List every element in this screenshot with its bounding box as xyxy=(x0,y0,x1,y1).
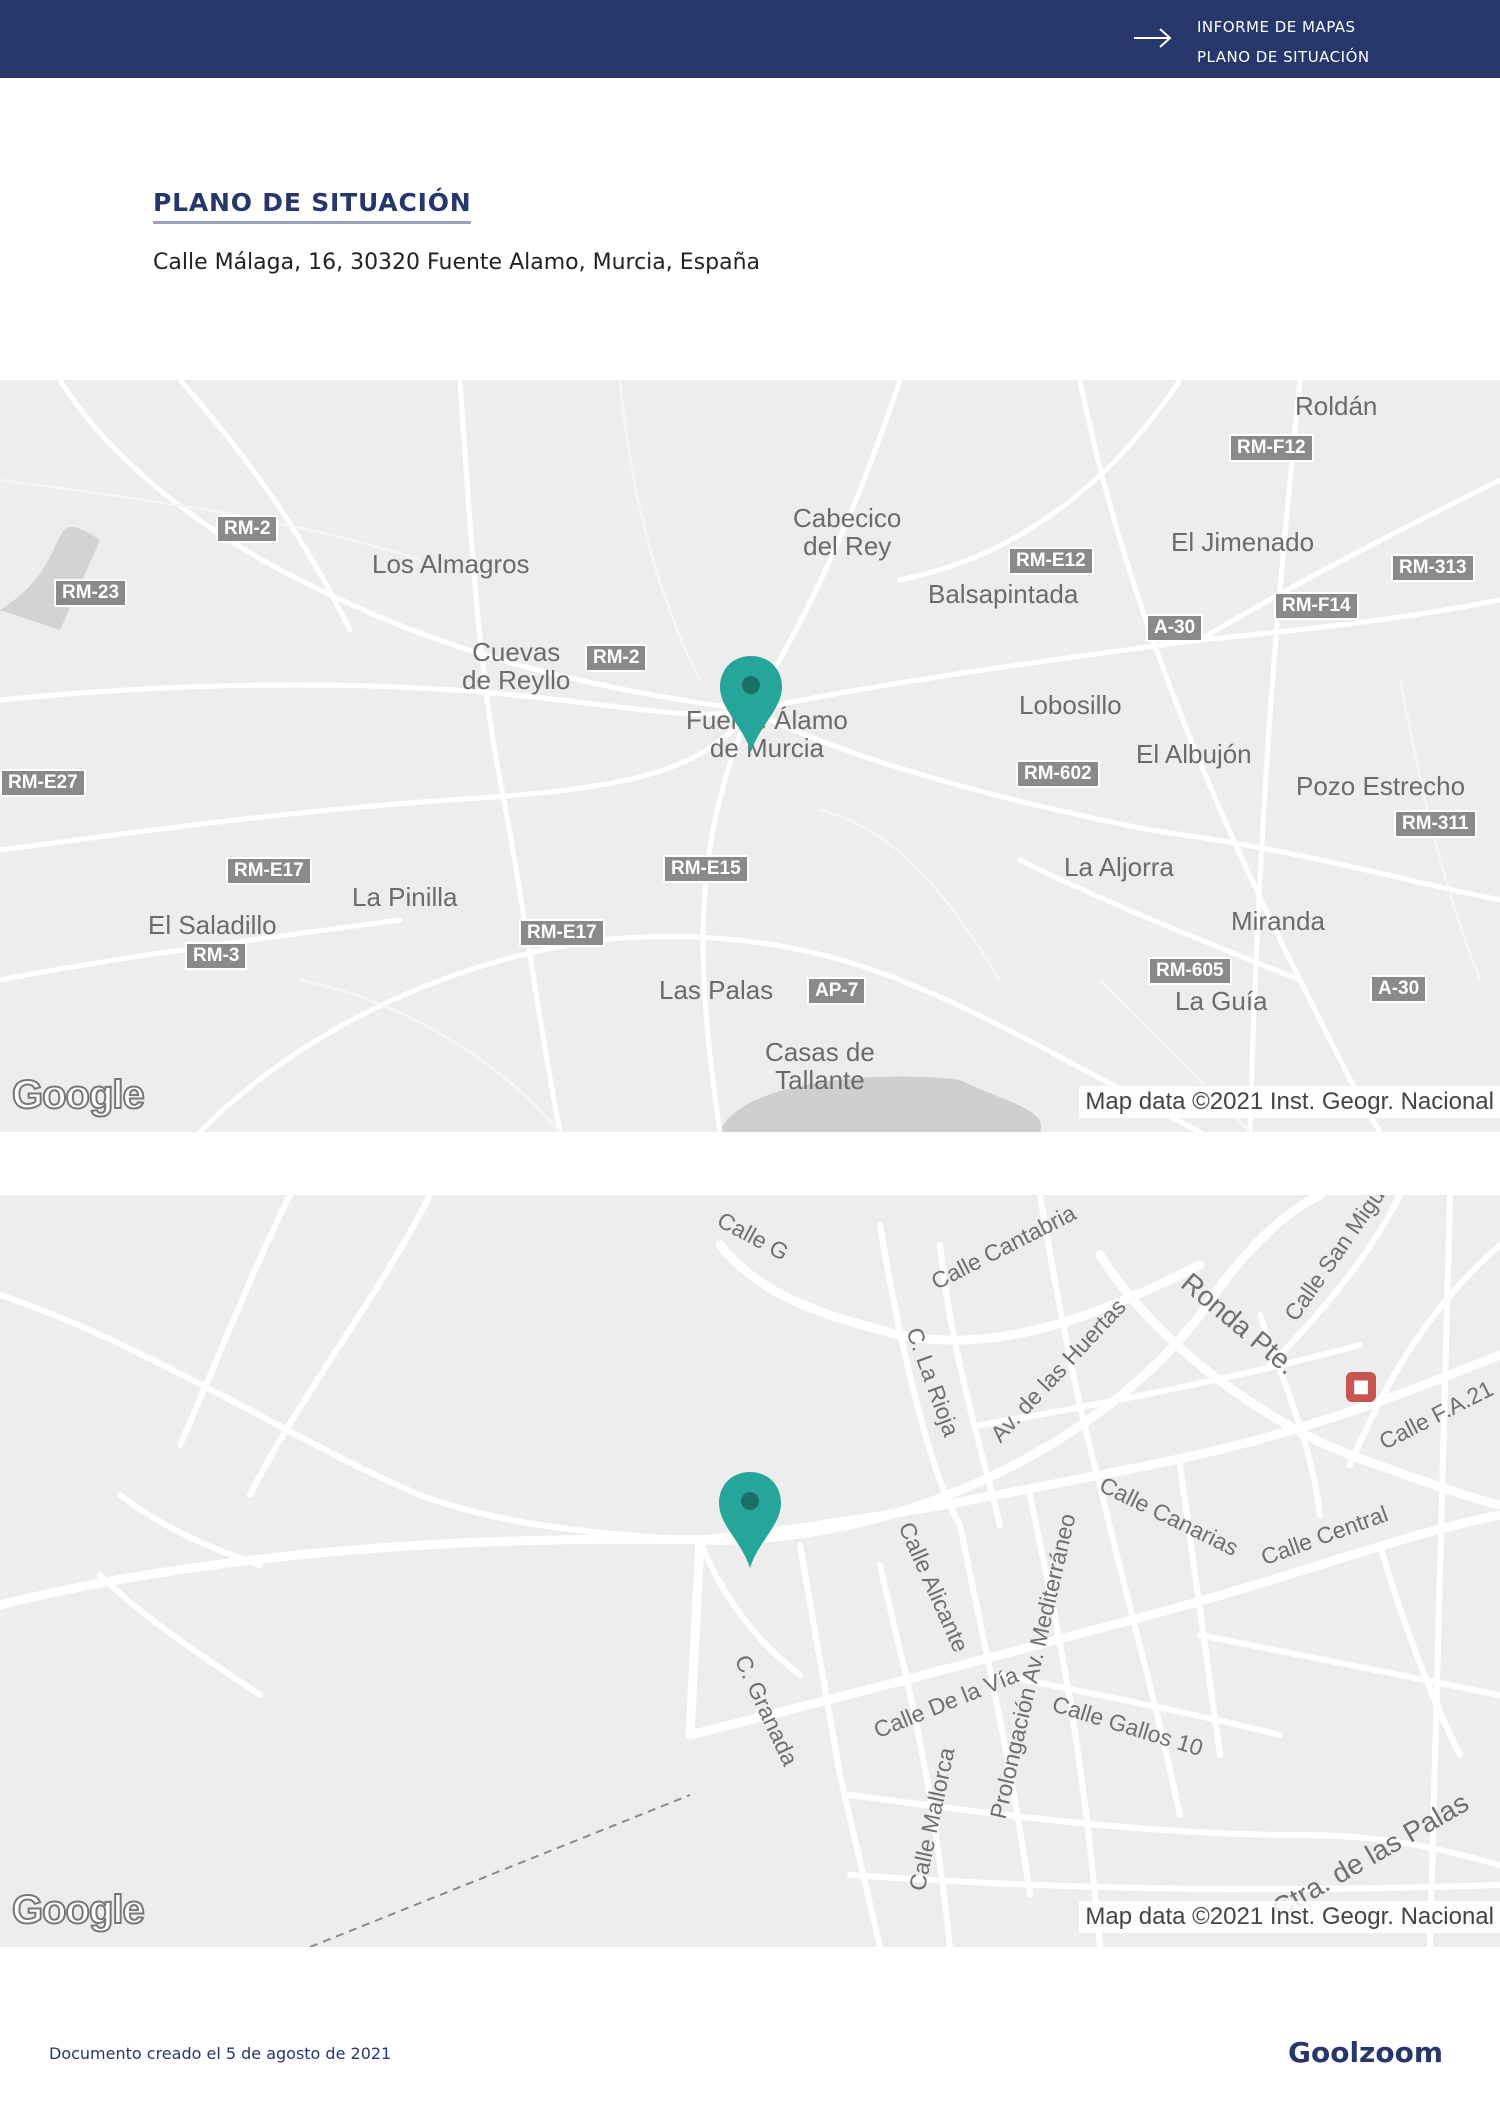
page-title: PLANO DE SITUACIÓN xyxy=(153,188,472,224)
detail-map[interactable]: Calle G Calle Cantabria Calle San Migu R… xyxy=(0,1195,1500,1947)
place-cuevas-de-reyllo: Cuevas de Reyllo xyxy=(462,637,571,695)
road-shield: A-30 xyxy=(1370,975,1428,1003)
road-shield: RM-313 xyxy=(1391,554,1475,582)
place-la-aljorra: La Aljorra xyxy=(1064,852,1174,882)
breadcrumb-current: PLANO DE SITUACIÓN xyxy=(1197,48,1370,66)
road-shield: RM-F12 xyxy=(1229,434,1314,462)
road-shield: RM-E17 xyxy=(519,919,605,947)
google-logo: Google xyxy=(11,1887,146,1933)
road-shield: RM-602 xyxy=(1016,760,1100,788)
place-pozo-estrecho: Pozo Estrecho xyxy=(1296,771,1466,801)
road-shield: RM-E27 xyxy=(0,769,86,797)
breadcrumb-report: INFORME DE MAPAS xyxy=(1197,18,1356,36)
property-address: Calle Málaga, 16, 30320 Fuente Alamo, Mu… xyxy=(153,250,760,275)
road-shield: RM-3 xyxy=(185,942,248,970)
road-shield: RM-605 xyxy=(1148,957,1232,985)
road-shield: RM-E15 xyxy=(663,855,749,883)
road-shield: RM-23 xyxy=(54,579,128,607)
brand-logo: Goolzoom xyxy=(1288,2036,1443,2069)
place-miranda: Miranda xyxy=(1231,906,1325,936)
place-lobosillo: Lobosillo xyxy=(1019,690,1122,720)
place-roldan: Roldán xyxy=(1295,391,1378,421)
detail-street-network xyxy=(0,1195,1500,1947)
road-shield: A-30 xyxy=(1146,614,1204,642)
location-pin-icon[interactable] xyxy=(718,654,784,754)
road-shield: RM-E17 xyxy=(226,857,312,885)
top-banner: INFORME DE MAPAS PLANO DE SITUACIÓN xyxy=(0,0,1500,78)
road-shield: AP-7 xyxy=(807,977,867,1005)
road-shield: RM-E12 xyxy=(1008,547,1094,575)
creation-date: Documento creado el 5 de agosto de 2021 xyxy=(49,2044,392,2063)
place-balsapintada: Balsapintada xyxy=(928,579,1079,609)
place-los-almagros: Los Almagros xyxy=(372,549,530,579)
breadcrumb: INFORME DE MAPAS PLANO DE SITUACIÓN xyxy=(1197,12,1370,72)
map-attribution[interactable]: Map data ©2021 Inst. Geogr. Nacional xyxy=(1079,1901,1500,1933)
place-las-palas: Las Palas xyxy=(659,975,774,1005)
place-el-albujon: El Albujón xyxy=(1136,739,1252,769)
arrow-right-icon xyxy=(1134,28,1172,48)
place-el-saladillo: El Saladillo xyxy=(148,910,277,940)
road-shield: RM-2 xyxy=(585,644,648,672)
road-shield: RM-311 xyxy=(1394,810,1477,838)
place-casas-de-tallante: Casas de Tallante xyxy=(765,1037,875,1095)
bus-stop-icon[interactable]: ■ xyxy=(1346,1372,1376,1402)
place-el-jimenado: El Jimenado xyxy=(1171,527,1315,557)
place-la-pinilla: La Pinilla xyxy=(352,882,458,912)
map-attribution[interactable]: Map data ©2021 Inst. Geogr. Nacional xyxy=(1079,1086,1500,1118)
place-cabecico-del-rey: Cabecico del Rey xyxy=(793,503,902,561)
google-logo: Google xyxy=(11,1072,146,1118)
road-shield: RM-2 xyxy=(216,515,279,543)
road-shield: RM-F14 xyxy=(1274,592,1359,620)
place-la-guia: La Guía xyxy=(1175,986,1268,1016)
location-pin-icon[interactable] xyxy=(717,1470,783,1570)
overview-map[interactable]: Roldán Cabecico del Rey Los Almagros El … xyxy=(0,380,1500,1132)
